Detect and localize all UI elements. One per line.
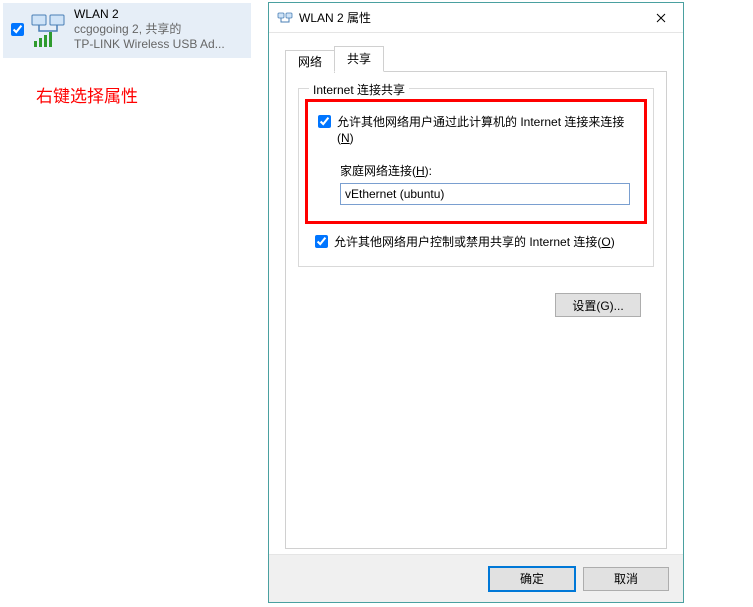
tab-network[interactable]: 网络 [285,50,335,73]
highlight-box: 允许其他网络用户通过此计算机的 Internet 连接来连接(N) 家庭网络连接… [305,99,647,224]
allow-connect-label[interactable]: 允许其他网络用户通过此计算机的 Internet 连接来连接(N) [337,114,634,146]
adapter-name: WLAN 2 [74,7,225,22]
network-adapter-item[interactable]: WLAN 2 ccgogoing 2, 共享的 TP-LINK Wireless… [3,3,251,58]
allow-control-row: 允许其他网络用户控制或禁用共享的 Internet 连接(O) [315,234,641,250]
adapter-text-block: WLAN 2 ccgogoing 2, 共享的 TP-LINK Wireless… [74,7,225,52]
properties-dialog: WLAN 2 属性 网络 共享 Internet 连接共享 允许其他网络用户通过… [268,2,684,603]
home-network-combo[interactable]: vEthernet (ubuntu) [340,183,630,205]
allow-control-checkbox[interactable] [315,235,328,248]
wifi-adapter-icon [30,11,68,49]
allow-control-label[interactable]: 允许其他网络用户控制或禁用共享的 Internet 连接(O) [334,234,615,250]
adapter-ssid: ccgogoing 2, 共享的 [74,22,225,37]
adapter-checkbox[interactable] [11,23,24,36]
ok-button[interactable]: 确定 [489,567,575,591]
annotation-text: 右键选择属性 [36,82,138,107]
ics-fieldset: Internet 连接共享 允许其他网络用户通过此计算机的 Internet 连… [298,88,654,267]
tab-strip: 网络 共享 [285,47,667,71]
tab-panel-sharing: Internet 连接共享 允许其他网络用户通过此计算机的 Internet 连… [285,71,667,549]
home-network-value: vEthernet (ubuntu) [345,187,625,201]
allow-connect-row: 允许其他网络用户通过此计算机的 Internet 连接来连接(N) [318,114,634,146]
dialog-footer: 确定 取消 [269,554,683,602]
allow-connect-checkbox[interactable] [318,115,331,128]
home-network-label: 家庭网络连接(H): [340,162,634,179]
ics-legend: Internet 连接共享 [309,81,409,98]
home-network-block: 家庭网络连接(H): vEthernet (ubuntu) [340,162,634,205]
titlebar: WLAN 2 属性 [269,3,683,33]
adapter-driver: TP-LINK Wireless USB Ad... [74,37,225,52]
cancel-button[interactable]: 取消 [583,567,669,591]
settings-button[interactable]: 设置(G)... [555,293,641,317]
close-button[interactable] [639,3,683,32]
adapter-titlebar-icon [277,10,293,26]
dialog-body: 网络 共享 Internet 连接共享 允许其他网络用户通过此计算机的 Inte… [269,33,683,554]
dialog-title: WLAN 2 属性 [299,9,371,26]
close-icon [656,13,666,23]
tab-sharing[interactable]: 共享 [334,46,384,72]
